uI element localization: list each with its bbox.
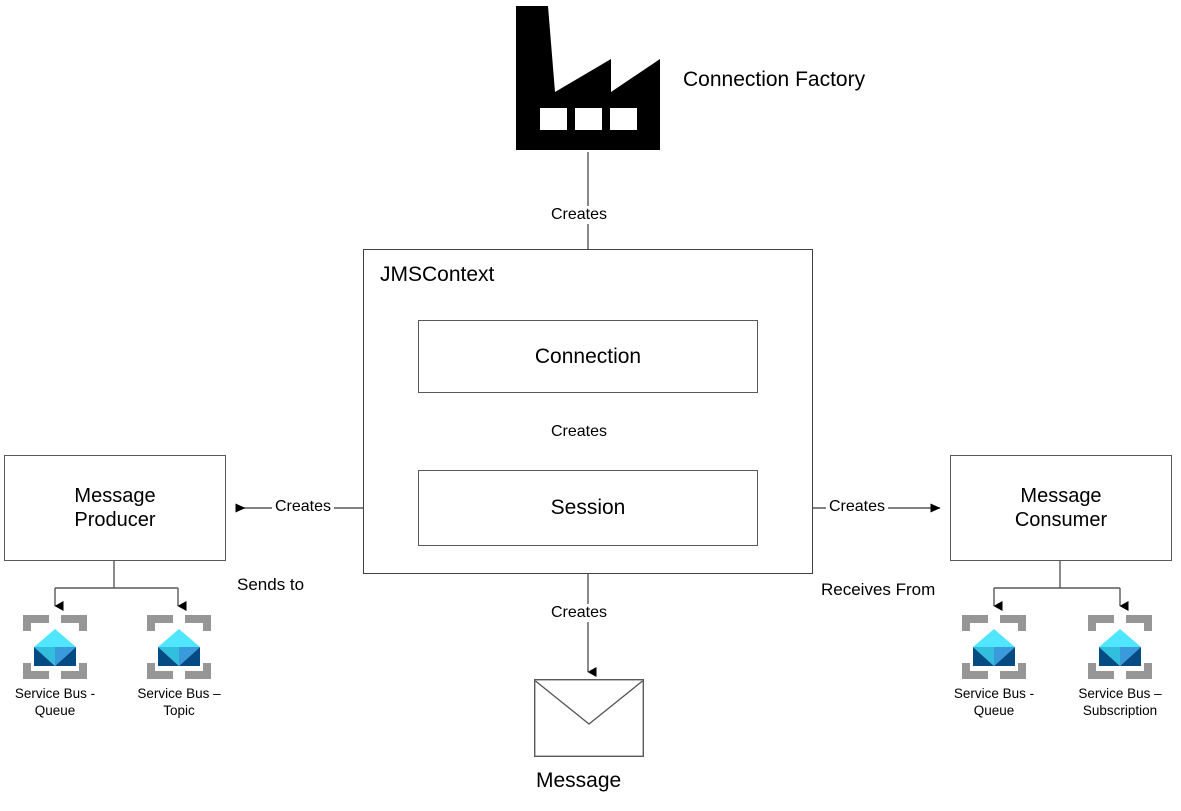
message-producer-label-line1: Message (74, 484, 156, 507)
destination-caption-line1: Service Bus - (953, 686, 1035, 701)
session-label: Session (550, 496, 626, 520)
destination-caption: Service Bus – Topic (134, 685, 224, 720)
destination-caption-line2: Subscription (1082, 703, 1158, 719)
message-consumer-label-line2: Consumer (1014, 509, 1108, 531)
destination-caption: Service Bus - Queue (10, 685, 100, 720)
destination-caption-line1: Service Bus – (1078, 686, 1162, 701)
destination-caption-line1: Service Bus - (14, 686, 96, 701)
edge-label-receives-from: Receives From (821, 580, 936, 600)
destination-service-bus-queue-producer[interactable]: Service Bus - Queue (10, 610, 100, 720)
connection-label: Connection (534, 344, 642, 368)
edge-label-message-creates: Creates (548, 604, 611, 622)
destination-caption-line1: Service Bus – (137, 686, 221, 701)
message-producer-box[interactable]: Message Producer (4, 455, 226, 561)
envelope-icon (533, 678, 644, 762)
edge-label-producer-creates: Creates (272, 498, 335, 516)
destination-caption: Service Bus - Queue (949, 685, 1039, 720)
destination-service-bus-topic-producer[interactable]: Service Bus – Topic (134, 610, 224, 720)
destination-service-bus-queue-consumer[interactable]: Service Bus - Queue (949, 610, 1039, 720)
diagram-canvas: Connection Factory Creates JMSContext Co… (0, 0, 1181, 811)
edge-label-consumer-creates: Creates (826, 498, 889, 516)
service-bus-topic-icon (147, 615, 211, 679)
message-producer-label-line2: Producer (74, 509, 156, 531)
session-box[interactable]: Session (418, 470, 758, 546)
destination-caption-line2: Queue (34, 703, 76, 719)
destination-caption-line2: Queue (973, 703, 1015, 719)
service-bus-queue-icon (962, 615, 1026, 679)
edge-label-sends-to: Sends to (237, 575, 305, 595)
service-bus-subscription-icon (1088, 615, 1152, 679)
message-label: Message (536, 769, 622, 792)
service-bus-queue-icon (23, 615, 87, 679)
message-consumer-label-line1: Message (1020, 484, 1102, 507)
destination-caption: Service Bus – Subscription (1075, 685, 1165, 720)
destination-service-bus-subscription-consumer[interactable]: Service Bus – Subscription (1075, 610, 1165, 720)
message-consumer-box[interactable]: Message Consumer (950, 455, 1172, 561)
destination-caption-line2: Topic (163, 703, 195, 719)
edge-label-factory-creates: Creates (548, 206, 611, 224)
edge-label-connection-creates: Creates (548, 423, 611, 441)
jmscontext-title: JMSContext (380, 263, 495, 286)
factory-icon (508, 4, 668, 159)
connection-box[interactable]: Connection (418, 320, 758, 393)
connection-factory-label: Connection Factory (683, 68, 866, 91)
